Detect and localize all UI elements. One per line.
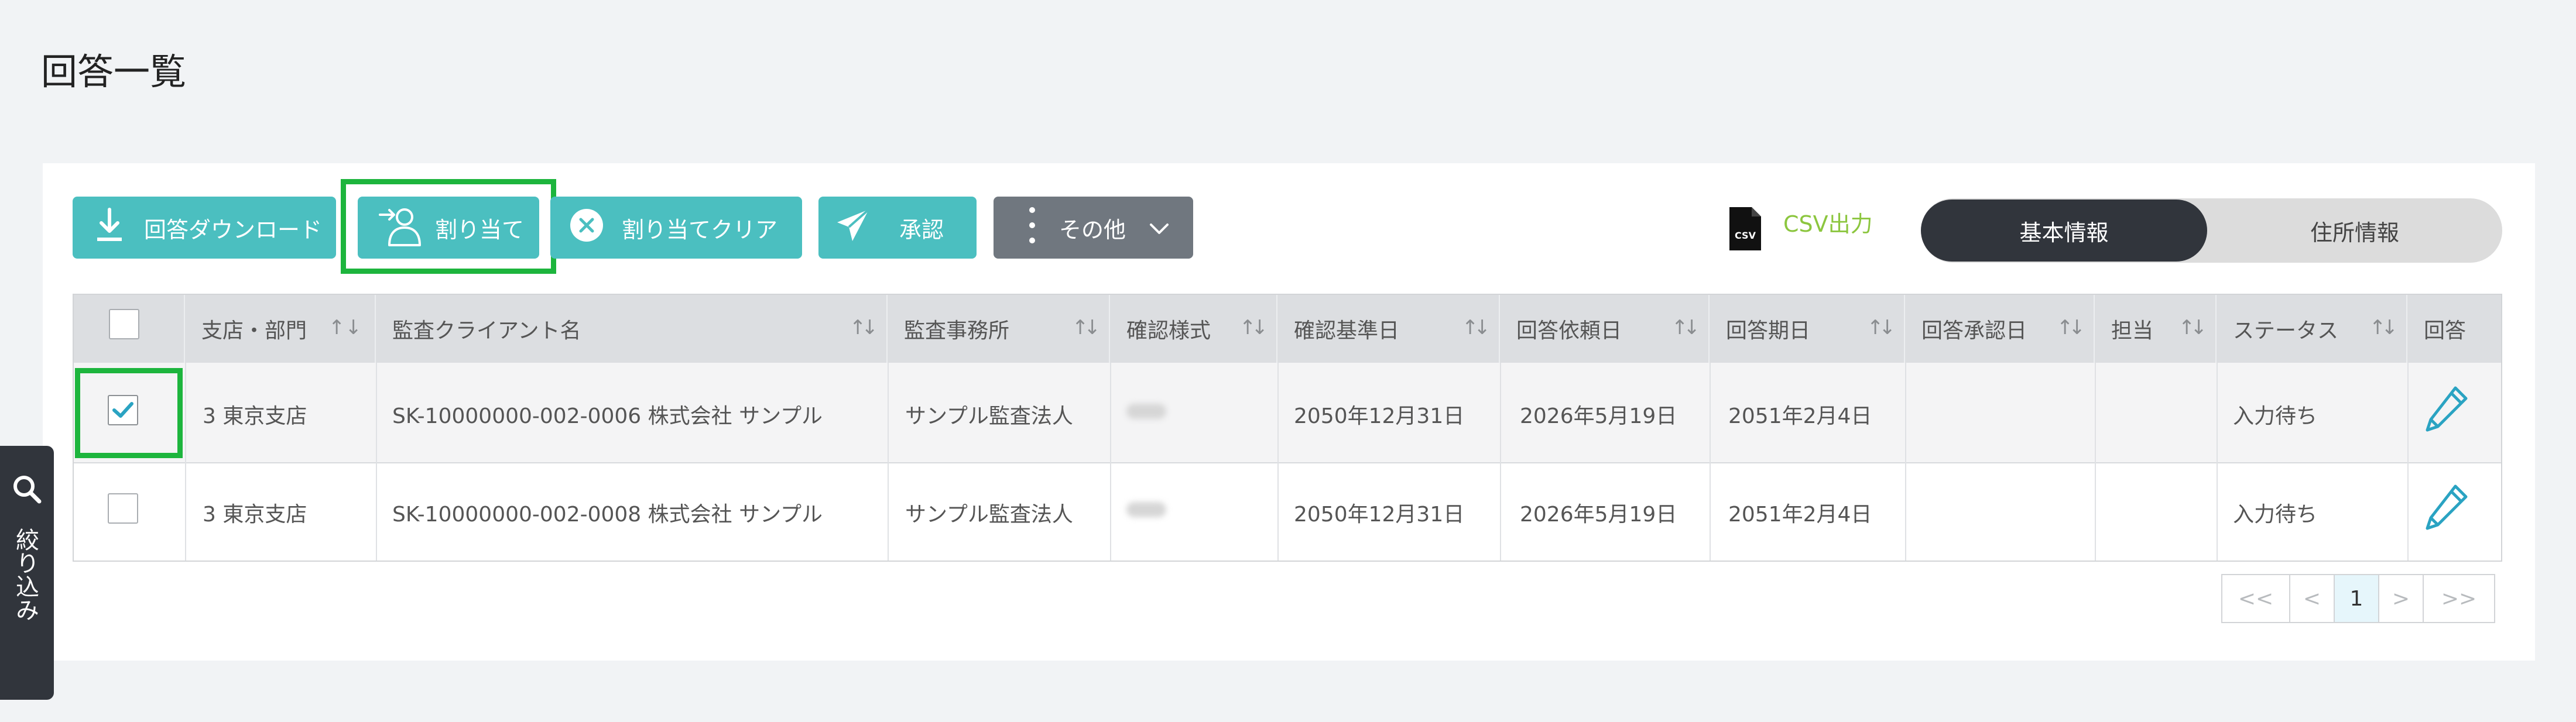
sort-icon[interactable]: ↑↓ <box>2057 316 2085 339</box>
pagination-next[interactable]: > <box>2378 574 2424 623</box>
sort-icon[interactable]: ↑↓ <box>1462 316 1491 339</box>
cell-firm: サンプル監査法人 <box>905 503 1073 527</box>
header-assignee-label: 担当 <box>2111 319 2154 343</box>
header-due-date-label: 回答期日 <box>1726 319 1811 343</box>
header-due-date[interactable]: 回答期日 ↑↓ <box>1710 295 1905 363</box>
header-firm-label: 監査事務所 <box>904 319 1010 343</box>
header-base-date-label: 確認基準日 <box>1294 319 1400 343</box>
cell-base-date: 2050年12月31日 <box>1294 503 1465 527</box>
header-form-label: 確認様式 <box>1126 319 1211 343</box>
chevron-down-icon <box>1149 215 1169 240</box>
page-title: 回答一覧 <box>41 50 187 93</box>
other-label: その他 <box>1059 216 1126 243</box>
header-branch[interactable]: 支店・部門 ↑↓ <box>185 295 376 363</box>
cell-base-date: 2050年12月31日 <box>1294 404 1465 428</box>
column-divider <box>1277 363 1279 561</box>
row-checkbox[interactable] <box>108 493 138 524</box>
search-icon <box>12 474 42 507</box>
header-form[interactable]: 確認様式 ↑↓ <box>1110 295 1277 363</box>
column-divider <box>1110 363 1111 561</box>
column-divider <box>1905 363 1906 561</box>
csv-icon-text: CSV <box>1735 230 1756 241</box>
column-divider <box>2095 363 2096 561</box>
header-assignee[interactable]: 担当 ↑↓ <box>2095 295 2217 363</box>
pagination-first[interactable]: << <box>2221 574 2290 623</box>
sort-icon[interactable]: ↑↓ <box>1239 316 1268 339</box>
header-firm[interactable]: 監査事務所 ↑↓ <box>888 295 1110 363</box>
cell-request-date: 2026年5月19日 <box>1520 503 1677 527</box>
assign-clear-label: 割り当てクリア <box>622 216 778 243</box>
sort-icon[interactable]: ↑↓ <box>1867 316 1896 339</box>
sort-icon[interactable]: ↑↓ <box>2178 316 2207 339</box>
send-icon <box>836 208 870 247</box>
cell-branch: 3 東京支店 <box>203 503 307 527</box>
pagination-last[interactable]: >> <box>2423 574 2495 623</box>
header-answer-label: 回答 <box>2424 319 2467 343</box>
column-divider <box>1710 363 1711 561</box>
header-select-all-cell <box>74 295 185 363</box>
sort-icon[interactable]: ↑↓ <box>2369 316 2398 339</box>
filter-label: 絞り込み <box>12 528 39 621</box>
edit-pencil-icon[interactable] <box>2424 383 2471 436</box>
cell-branch: 3 東京支店 <box>203 404 307 428</box>
cell-client: SK-10000000-002-0008 株式会社 サンプル <box>392 503 823 527</box>
header-approval-date-label: 回答承認日 <box>1921 319 2027 343</box>
cell-form-redacted <box>1126 404 1166 419</box>
cell-status: 入力待ち <box>2233 404 2318 428</box>
cell-request-date: 2026年5月19日 <box>1520 404 1677 428</box>
header-client[interactable]: 監査クライアント名 ↑↓ <box>376 295 888 363</box>
column-divider <box>1500 363 1501 561</box>
cell-client: SK-10000000-002-0006 株式会社 サンプル <box>392 404 823 428</box>
csv-export-link[interactable]: CSV出力 <box>1783 206 1873 238</box>
approve-label: 承認 <box>899 216 944 243</box>
header-answer: 回答 <box>2407 295 2501 363</box>
header-request-date-label: 回答依頼日 <box>1516 319 1622 343</box>
column-divider <box>2217 363 2218 561</box>
column-divider <box>888 363 889 561</box>
sort-icon[interactable]: ↑↓ <box>328 316 362 339</box>
cell-form-redacted <box>1126 502 1166 517</box>
column-divider <box>376 363 377 561</box>
other-menu-button[interactable]: その他 <box>994 197 1193 259</box>
sort-icon[interactable]: ↑↓ <box>849 316 878 339</box>
assign-button-highlight <box>341 179 556 274</box>
more-vertical-icon <box>1029 206 1036 250</box>
header-status[interactable]: ステータス ↑↓ <box>2217 295 2407 363</box>
header-client-label: 監査クライアント名 <box>392 319 581 343</box>
row-checkbox-highlight <box>75 368 183 458</box>
assign-clear-button[interactable]: 割り当てクリア <box>550 197 802 259</box>
toggle-basic-info[interactable]: 基本情報 <box>1921 200 2207 262</box>
header-base-date[interactable]: 確認基準日 ↑↓ <box>1277 295 1500 363</box>
toggle-address-info[interactable]: 住所情報 <box>2207 200 2502 262</box>
download-icon <box>95 207 124 249</box>
column-divider <box>185 363 186 561</box>
header-approval-date[interactable]: 回答承認日 ↑↓ <box>1905 295 2095 363</box>
pagination-page-1[interactable]: 1 <box>2334 574 2379 623</box>
download-answers-label: 回答ダウンロード <box>144 216 323 243</box>
cell-due-date: 2051年2月4日 <box>1728 503 1872 527</box>
header-branch-label: 支店・部門 <box>201 319 307 343</box>
approve-button[interactable]: 承認 <box>818 197 977 259</box>
pagination-prev[interactable]: < <box>2289 574 2335 623</box>
clear-icon <box>569 208 604 248</box>
header-status-label: ステータス <box>2233 319 2339 343</box>
csv-file-icon[interactable]: CSV <box>1728 206 1762 254</box>
column-divider <box>2407 363 2409 561</box>
cell-due-date: 2051年2月4日 <box>1728 404 1872 428</box>
select-all-checkbox[interactable] <box>109 309 139 339</box>
header-request-date[interactable]: 回答依頼日 ↑↓ <box>1500 295 1710 363</box>
sort-icon[interactable]: ↑↓ <box>1072 316 1101 339</box>
cell-firm: サンプル監査法人 <box>905 404 1073 428</box>
download-answers-button[interactable]: 回答ダウンロード <box>73 197 336 259</box>
edit-pencil-icon[interactable] <box>2424 482 2471 534</box>
cell-status: 入力待ち <box>2233 503 2318 527</box>
sort-icon[interactable]: ↑↓ <box>1671 316 1700 339</box>
